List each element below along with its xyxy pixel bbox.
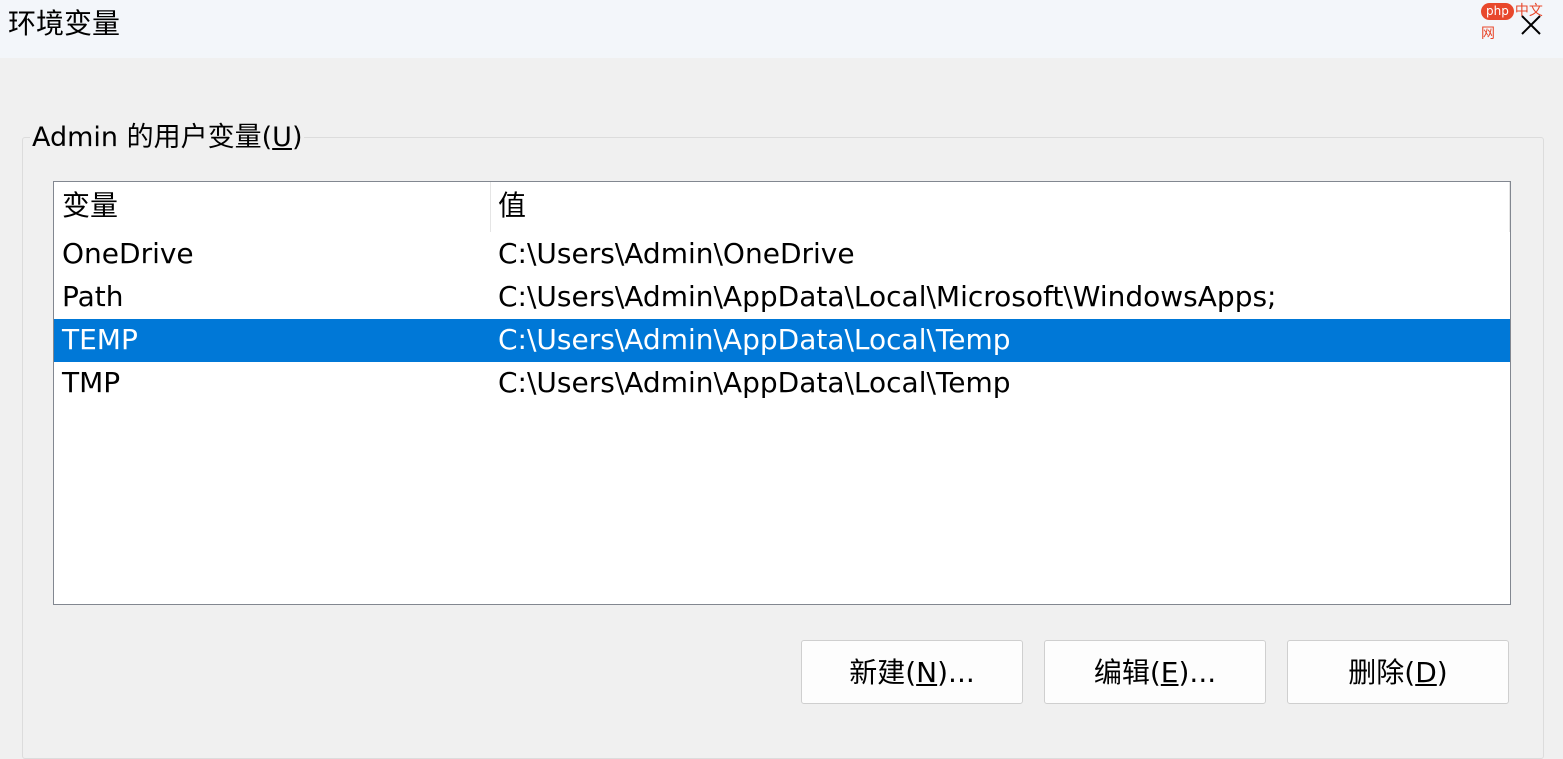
variable-name: TMP — [62, 366, 121, 399]
new-button-label: 新建( — [849, 656, 917, 689]
delete-button-mnemonic: D — [1415, 656, 1437, 689]
edit-button-label: 编辑( — [1093, 656, 1161, 689]
title-bar: 环境变量 php 中文网 — [0, 0, 1563, 58]
watermark-php: php — [1481, 2, 1514, 20]
window-title: 环境变量 — [8, 7, 121, 40]
close-icon — [1521, 15, 1541, 35]
group-label-suffix: ) — [291, 122, 303, 153]
column-header-value[interactable]: 值 — [498, 188, 526, 224]
column-divider[interactable] — [490, 182, 491, 232]
variable-name: OneDrive — [62, 237, 194, 270]
user-variables-list[interactable]: 变量 值 OneDrive C:\Users\Admin\OneDrive Pa… — [53, 181, 1511, 605]
list-row-temp[interactable]: TEMP C:\Users\Admin\AppData\Local\Temp — [54, 319, 1510, 362]
variable-name: Path — [62, 280, 124, 313]
edit-button-suffix: )... — [1178, 656, 1217, 689]
column-divider-end — [1509, 182, 1510, 232]
edit-button[interactable]: 编辑(E)... — [1044, 640, 1266, 704]
new-button-suffix: )... — [937, 656, 975, 689]
delete-button-suffix: ) — [1436, 656, 1448, 689]
variable-value: C:\Users\Admin\AppData\Local\Temp — [498, 323, 1011, 356]
variable-name: TEMP — [62, 323, 138, 356]
list-row-path[interactable]: Path C:\Users\Admin\AppData\Local\Micros… — [54, 276, 1510, 319]
group-label-prefix: Admin 的用户变量( — [32, 122, 273, 153]
delete-button-label: 删除( — [1348, 656, 1416, 689]
new-button[interactable]: 新建(N)... — [801, 640, 1023, 704]
delete-button[interactable]: 删除(D) — [1287, 640, 1509, 704]
new-button-mnemonic: N — [916, 656, 938, 689]
variable-value: C:\Users\Admin\AppData\Local\Microsoft\W… — [498, 280, 1277, 313]
list-header: 变量 值 — [54, 182, 1510, 232]
variable-value: C:\Users\Admin\OneDrive — [498, 237, 855, 270]
group-label-mnemonic: U — [272, 122, 292, 153]
edit-button-mnemonic: E — [1160, 656, 1179, 689]
user-variables-group-label: Admin 的用户变量(U) — [30, 120, 305, 156]
column-header-variable[interactable]: 变量 — [62, 188, 118, 224]
list-row-onedrive[interactable]: OneDrive C:\Users\Admin\OneDrive — [54, 233, 1510, 276]
close-button[interactable] — [1514, 8, 1548, 42]
variable-value: C:\Users\Admin\AppData\Local\Temp — [498, 366, 1011, 399]
list-row-tmp[interactable]: TMP C:\Users\Admin\AppData\Local\Temp — [54, 362, 1510, 405]
